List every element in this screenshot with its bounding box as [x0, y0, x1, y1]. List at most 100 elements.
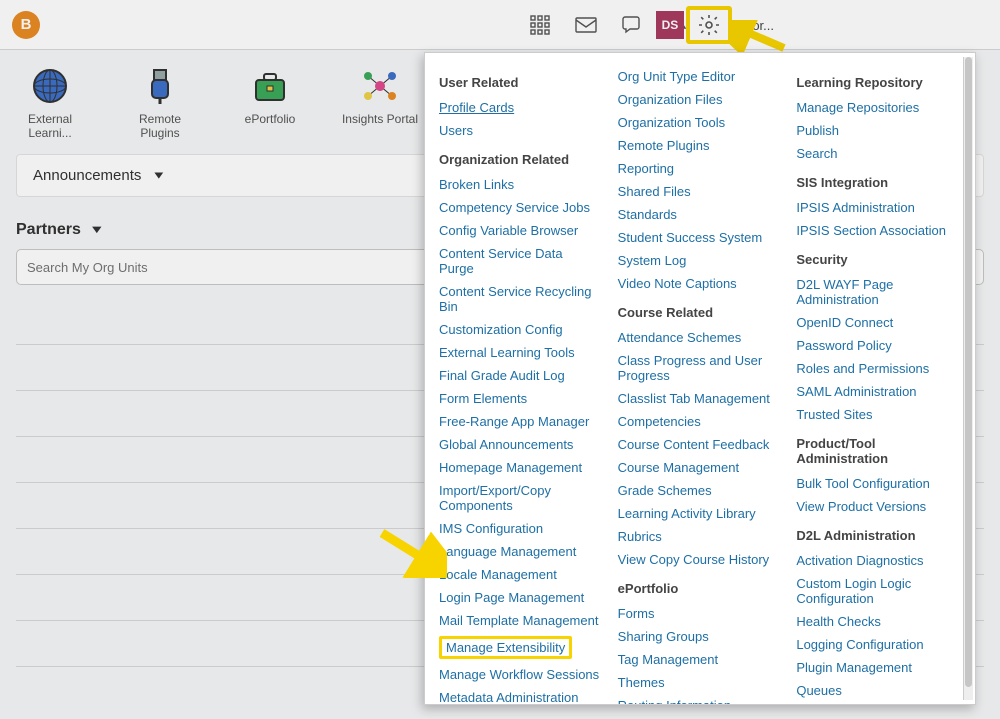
admin-link[interactable]: Broken Links — [439, 173, 600, 196]
tool-insights[interactable]: Insights Portal — [340, 66, 420, 140]
admin-link[interactable]: Forms — [618, 602, 779, 625]
chat-icon[interactable] — [620, 13, 644, 37]
admin-link[interactable]: Roles and Permissions — [796, 357, 957, 380]
admin-link[interactable]: Bulk Tool Configuration — [796, 472, 957, 495]
group-title: SIS Integration — [796, 175, 957, 190]
tool-eportfolio[interactable]: ePortfolio — [230, 66, 310, 140]
partners-label: Partners — [16, 221, 81, 239]
admin-link[interactable]: Class Progress and User Progress — [618, 349, 779, 387]
admin-link[interactable]: Trusted Sites — [796, 403, 957, 426]
admin-link[interactable]: OpenID Connect — [796, 311, 957, 334]
admin-link[interactable]: Mail Template Management — [439, 609, 600, 632]
admin-link[interactable]: Global Announcements — [439, 433, 600, 456]
dropdown-scrollbar[interactable] — [963, 57, 973, 700]
globe-icon — [30, 66, 70, 106]
brand-logo[interactable]: B — [12, 11, 40, 39]
admin-link[interactable]: Content Service Data Purge — [439, 242, 600, 280]
admin-link[interactable]: Manage Workflow Sessions — [439, 663, 600, 686]
admin-link[interactable]: Homepage Management — [439, 456, 600, 479]
admin-link[interactable]: D2L WAYF Page Administration — [796, 273, 957, 311]
network-icon — [360, 66, 400, 106]
admin-link[interactable]: Org Unit Type Editor — [618, 65, 779, 88]
admin-tools-dropdown: User Related Profile CardsUsers Organizati… — [424, 52, 976, 705]
group-title: User Related — [439, 75, 600, 90]
admin-link[interactable]: Competency Service Jobs — [439, 196, 600, 219]
admin-link[interactable]: Publish — [796, 119, 957, 142]
admin-link[interactable]: Import/Export/Copy Components — [439, 479, 600, 517]
admin-link[interactable]: Grade Schemes — [618, 479, 779, 502]
admin-link[interactable]: Remote Plugins — [618, 134, 779, 157]
gear-icon — [697, 13, 721, 37]
admin-link[interactable]: Health Checks — [796, 610, 957, 633]
admin-link[interactable]: SAML Administration — [796, 380, 957, 403]
admin-link[interactable]: Classlist Tab Management — [618, 387, 779, 410]
admin-link[interactable]: Form Elements — [439, 387, 600, 410]
mail-icon[interactable] — [574, 13, 598, 37]
admin-link[interactable]: Learning Activity Library — [618, 502, 779, 525]
admin-link[interactable]: Metadata Administration — [439, 686, 600, 704]
admin-link[interactable]: Free-Range App Manager — [439, 410, 600, 433]
admin-link[interactable]: Tag Management — [618, 648, 779, 671]
dropdown-column: Org Unit Type EditorOrganization FilesOr… — [618, 65, 779, 692]
admin-link[interactable]: Standards — [618, 203, 779, 226]
admin-link[interactable]: Sharing Groups — [618, 625, 779, 648]
admin-link[interactable]: Rubrics — [618, 525, 779, 548]
group-title: Organization Related — [439, 152, 600, 167]
admin-link[interactable]: Users — [439, 119, 600, 142]
usb-icon — [140, 66, 180, 106]
admin-link[interactable]: Routing Information — [618, 694, 779, 704]
admin-link[interactable]: Custom Login Logic Configuration — [796, 572, 957, 610]
admin-link[interactable]: Attendance Schemes — [618, 326, 779, 349]
group-title: D2L Administration — [796, 528, 957, 543]
tool-external-learning[interactable]: External Learni... — [10, 66, 90, 140]
admin-link[interactable]: Reporting — [618, 157, 779, 180]
admin-link[interactable]: Competencies — [618, 410, 779, 433]
admin-link[interactable]: Course Content Feedback — [618, 433, 779, 456]
admin-link[interactable]: Organization Files — [618, 88, 779, 111]
admin-link[interactable]: Config Variable Browser — [439, 219, 600, 242]
tool-label: Insights Portal — [340, 112, 420, 126]
dropdown-column: Learning RepositoryManage RepositoriesPu… — [796, 65, 957, 692]
admin-link[interactable]: Activation Diagnostics — [796, 549, 957, 572]
admin-link[interactable]: View Copy Course History — [618, 548, 779, 571]
admin-link[interactable]: Organization Tools — [618, 111, 779, 134]
admin-link[interactable]: IPSIS Administration — [796, 196, 957, 219]
admin-link[interactable]: Student Success System — [618, 226, 779, 249]
admin-link[interactable]: Login Page Management — [439, 586, 600, 609]
admin-link[interactable]: Manage Repositories — [796, 96, 957, 119]
admin-tools-gear-button[interactable] — [686, 6, 732, 44]
top-header: B DS D2L Suppor... — [0, 0, 1000, 50]
admin-link[interactable]: Recurring Tasks — [796, 702, 957, 704]
admin-link[interactable]: Video Note Captions — [618, 272, 779, 295]
admin-link[interactable]: Course Management — [618, 456, 779, 479]
tool-remote-plugins[interactable]: Remote Plugins — [120, 66, 200, 140]
admin-link[interactable]: Final Grade Audit Log — [439, 364, 600, 387]
admin-link[interactable]: Plugin Management — [796, 656, 957, 679]
group-title: Product/Tool Administration — [796, 436, 957, 466]
admin-link[interactable]: Content Service Recycling Bin — [439, 280, 600, 318]
dropdown-column: User Related Profile CardsUsers Organizati… — [439, 65, 600, 692]
announcements-label: Announcements — [33, 167, 141, 184]
admin-link[interactable]: External Learning Tools — [439, 341, 600, 364]
admin-link[interactable]: Password Policy — [796, 334, 957, 357]
admin-link[interactable]: Queues — [796, 679, 957, 702]
admin-link[interactable]: Themes — [618, 671, 779, 694]
admin-link[interactable]: Manage Extensibility — [439, 632, 600, 663]
admin-link[interactable]: Customization Config — [439, 318, 600, 341]
admin-link[interactable]: System Log — [618, 249, 779, 272]
tool-label: External Learni... — [10, 112, 90, 140]
admin-link[interactable]: Language Management — [439, 540, 600, 563]
admin-link[interactable]: IMS Configuration — [439, 517, 600, 540]
apps-icon[interactable] — [528, 13, 552, 37]
admin-link[interactable]: Profile Cards — [439, 96, 600, 119]
admin-link[interactable]: IPSIS Section Association — [796, 219, 957, 242]
tool-label: Remote Plugins — [120, 112, 200, 140]
admin-link[interactable]: Logging Configuration — [796, 633, 957, 656]
annotation-arrow — [377, 528, 447, 578]
admin-link[interactable]: Shared Files — [618, 180, 779, 203]
admin-link[interactable]: Search — [796, 142, 957, 165]
highlighted-link: Manage Extensibility — [439, 636, 572, 659]
admin-link[interactable]: Locale Management — [439, 563, 600, 586]
admin-link[interactable]: View Product Versions — [796, 495, 957, 518]
group-title: ePortfolio — [618, 581, 779, 596]
